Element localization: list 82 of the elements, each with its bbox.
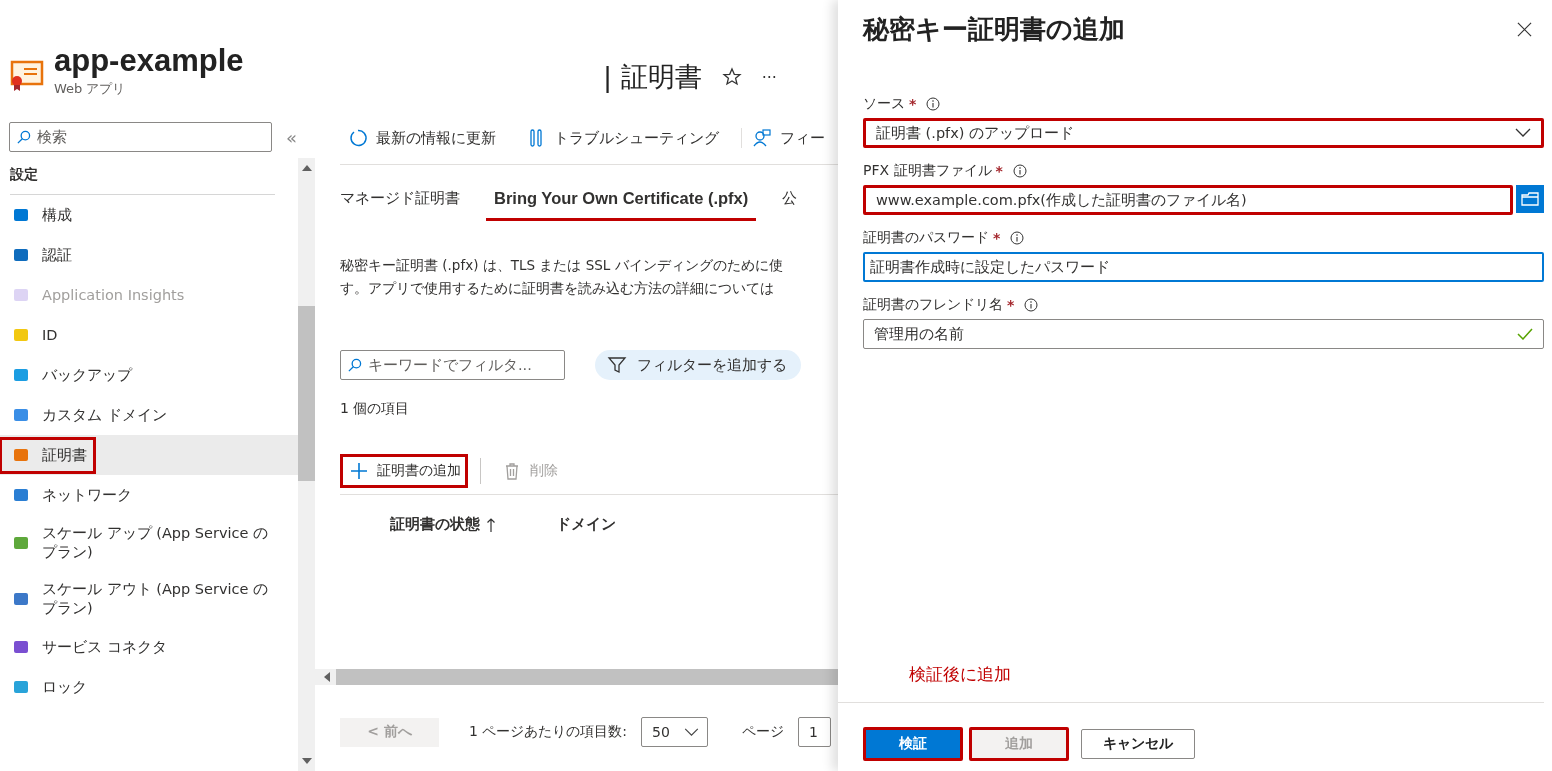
- menu-item-icon: [12, 246, 30, 264]
- filter-icon: [607, 355, 627, 375]
- browse-button[interactable]: [1516, 185, 1544, 213]
- column-header[interactable]: 証明書の状態: [390, 515, 496, 534]
- horizontal-scrollbar[interactable]: [315, 669, 838, 685]
- info-icon[interactable]: [1012, 164, 1027, 178]
- close-icon[interactable]: [1517, 22, 1532, 37]
- sidebar-item[interactable]: ID: [0, 315, 298, 355]
- required-asterisk: *: [995, 163, 1003, 179]
- sidebar-item[interactable]: 構成: [0, 195, 298, 235]
- info-icon[interactable]: [1024, 298, 1039, 312]
- search-icon: [16, 129, 31, 145]
- field-label: 証明書のフレンドリ名: [863, 296, 1003, 314]
- menu-item-icon: [12, 326, 30, 344]
- filter-field[interactable]: キーワードでフィルタ...: [340, 350, 565, 380]
- tab[interactable]: 公: [782, 189, 798, 221]
- sidebar-item[interactable]: スケール アウト (App Service のプラン): [0, 571, 298, 627]
- sidebar-item[interactable]: 証明書: [0, 435, 298, 475]
- toolbar-button[interactable]: トラブルシューティング: [518, 128, 741, 148]
- refresh-icon: [348, 128, 368, 148]
- description-text: 秘密キー証明書 (.pfx) は、TLS または SSL バインディングのために使 す。アプリで使用するために証明書を読み込む方法の詳細については: [340, 256, 784, 298]
- required-asterisk: *: [1007, 297, 1015, 313]
- folder-icon: [1521, 192, 1539, 206]
- field-label: 証明書のパスワード: [863, 229, 989, 247]
- sidebar-item[interactable]: バックアップ: [0, 355, 298, 395]
- resource-subtitle: Web アプリ: [54, 80, 127, 98]
- menu-item-icon: [12, 638, 30, 656]
- vertical-scrollbar[interactable]: [298, 158, 315, 771]
- star-icon[interactable]: [721, 67, 742, 87]
- person-feedback-icon: [752, 128, 772, 148]
- menu-item-icon: [12, 446, 30, 464]
- field-label: ソース: [863, 95, 905, 113]
- sidebar-item[interactable]: 認証: [0, 235, 298, 275]
- page-number-field[interactable]: 1: [797, 717, 831, 747]
- search-icon: [347, 357, 362, 373]
- source-dropdown[interactable]: 証明書 (.pfx) のアップロード: [863, 118, 1544, 148]
- collapse-button[interactable]: «: [286, 126, 297, 148]
- sort-up-icon: [486, 516, 496, 533]
- page-title: | 証明書: [603, 60, 702, 95]
- required-asterisk: *: [909, 96, 917, 112]
- menu-item-icon: [12, 286, 30, 304]
- chevron-down-icon: [1515, 128, 1531, 138]
- panel-title: 秘密キー証明書の追加: [863, 13, 1125, 46]
- menu-item-icon: [12, 534, 30, 552]
- menu-item-icon: [12, 678, 30, 696]
- chevron-down-icon: [683, 727, 699, 737]
- menu-item-icon: [12, 590, 30, 608]
- per-page-label: 1 ページあたりの項目数:: [469, 723, 628, 741]
- sidebar-item[interactable]: カスタム ドメイン: [0, 395, 298, 435]
- menu-item-icon: [12, 486, 30, 504]
- menu-item-icon: [12, 366, 30, 384]
- column-header[interactable]: ドメイン: [556, 515, 616, 534]
- input-field[interactable]: 証明書作成時に設定したパスワード: [863, 252, 1544, 282]
- sidebar-item[interactable]: スケール アップ (App Service のプラン): [0, 515, 298, 571]
- add-filter-button[interactable]: フィルターを追加する: [595, 350, 801, 380]
- action-button[interactable]: キャンセル: [1081, 729, 1195, 759]
- resource-title: app-example: [54, 42, 244, 80]
- toolbar-button[interactable]: 最新の情報に更新: [340, 128, 518, 148]
- checkmark-icon: [1517, 328, 1533, 340]
- sidebar-item[interactable]: ロック: [0, 667, 298, 707]
- annotation-text: 検証後に追加: [838, 663, 1544, 703]
- action-button[interactable]: 検証: [863, 727, 963, 761]
- info-icon[interactable]: [1010, 231, 1025, 245]
- section-heading: 設定: [10, 166, 275, 195]
- menu-item-icon: [12, 406, 30, 424]
- page-label: ページ: [741, 723, 784, 741]
- more-button[interactable]: ···: [761, 67, 777, 87]
- command-button[interactable]: 証明書の追加: [340, 454, 468, 488]
- field-label: PFX 証明書ファイル: [863, 162, 992, 180]
- search-field[interactable]: 検索: [9, 122, 272, 152]
- tab[interactable]: Bring Your Own Certificate (.pfx): [486, 189, 757, 221]
- tab[interactable]: マネージド証明書: [340, 189, 460, 221]
- sidebar-item[interactable]: ネットワーク: [0, 475, 298, 515]
- file-field[interactable]: www.example.com.pfx(作成した証明書のファイル名): [863, 185, 1513, 215]
- item-count: 1 個の項目: [340, 400, 411, 418]
- sidebar-item[interactable]: サービス コネクタ: [0, 627, 298, 667]
- menu-item-icon: [12, 206, 30, 224]
- info-icon[interactable]: [926, 97, 941, 111]
- required-asterisk: *: [993, 230, 1001, 246]
- plus-icon: [349, 461, 369, 481]
- input-field[interactable]: 管理用の名前: [863, 319, 1544, 349]
- per-page-dropdown[interactable]: 50: [641, 717, 708, 747]
